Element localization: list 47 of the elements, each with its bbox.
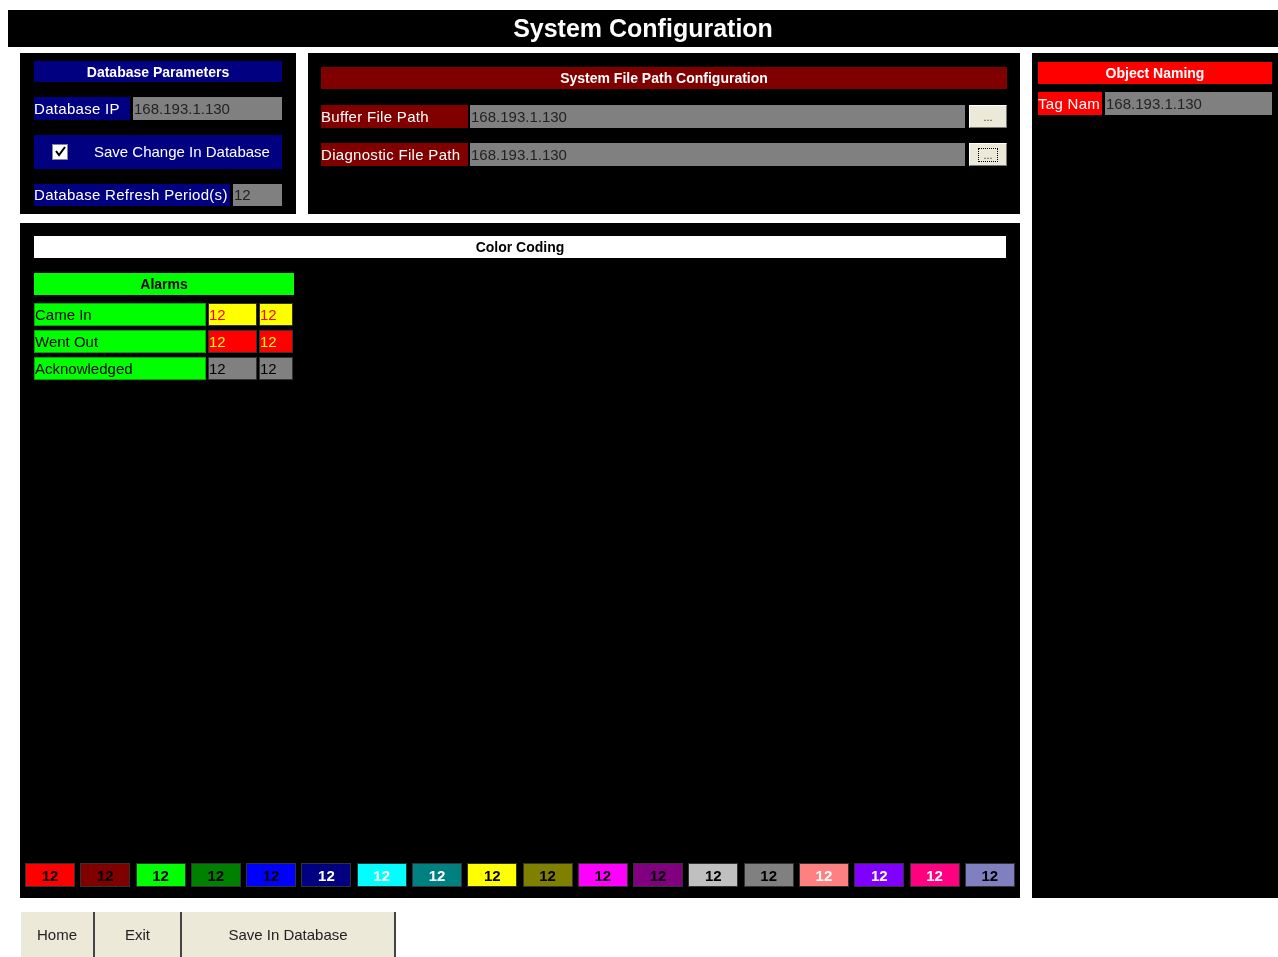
input-field[interactable]: 168.193.1.130 <box>470 105 965 128</box>
field-label: Buffer File Path <box>321 105 468 128</box>
nav-button[interactable]: Exit <box>95 912 182 957</box>
color-cell[interactable]: 12 <box>259 303 293 326</box>
color-cell[interactable]: 12 <box>259 330 293 353</box>
color-swatch[interactable]: 12 <box>964 863 1015 887</box>
color-swatch[interactable]: 12 <box>467 863 518 887</box>
checkmark-icon <box>54 146 66 158</box>
color-swatch[interactable]: 12 <box>301 863 352 887</box>
input-field[interactable]: 168.193.1.130 <box>470 143 965 166</box>
panel-header: Object Naming <box>1038 62 1272 84</box>
browse-button[interactable]: ... <box>969 143 1007 166</box>
checkbox[interactable] <box>52 143 68 160</box>
nav-button[interactable]: Home <box>21 912 95 957</box>
color-swatch[interactable]: 12 <box>522 863 573 887</box>
color-swatch[interactable]: 12 <box>909 863 960 887</box>
color-swatch[interactable]: 12 <box>577 863 628 887</box>
panel-header: Color Coding <box>34 236 1006 258</box>
alarm-label: Came In <box>34 303 206 326</box>
alarms-header: Alarms <box>34 273 294 295</box>
checkbox-label: Save Change In Database <box>94 143 270 161</box>
panel-header: System File Path Configuration <box>321 67 1007 89</box>
panel-header: Database Parameters <box>34 61 282 83</box>
color-cell[interactable]: 12 <box>208 357 257 380</box>
color-swatch[interactable]: 12 <box>688 863 739 887</box>
color-cell[interactable]: 12 <box>208 303 257 326</box>
color-swatch[interactable]: 12 <box>190 863 241 887</box>
color-swatch[interactable]: 12 <box>25 863 75 887</box>
color-swatch[interactable]: 12 <box>743 863 794 887</box>
input-field[interactable]: 12 <box>233 183 282 206</box>
color-cell[interactable]: 12 <box>259 357 293 380</box>
color-swatch[interactable]: 12 <box>135 863 186 887</box>
input-field[interactable]: 168.193.1.130 <box>133 97 282 120</box>
alarm-label: Acknowledged <box>34 357 206 380</box>
nav-button[interactable]: Save In Database <box>182 912 396 957</box>
input-field[interactable]: 168.193.1.130 <box>1105 92 1272 115</box>
browse-button[interactable]: ... <box>969 105 1007 128</box>
color-swatch[interactable]: 12 <box>411 863 462 887</box>
alarm-label: Went Out <box>34 330 206 353</box>
save-change-checkbox[interactable]: Save Change In Database <box>34 134 282 169</box>
color-swatch[interactable]: 12 <box>854 863 905 887</box>
field-label: Database Refresh Period(s) <box>34 183 230 206</box>
field-label: Tag Nam <box>1038 92 1102 115</box>
window-title: System Configuration <box>8 10 1278 47</box>
field-label: Database IP <box>34 97 130 120</box>
field-label: Diagnostic File Path <box>321 143 468 166</box>
color-cell[interactable]: 12 <box>208 330 257 353</box>
